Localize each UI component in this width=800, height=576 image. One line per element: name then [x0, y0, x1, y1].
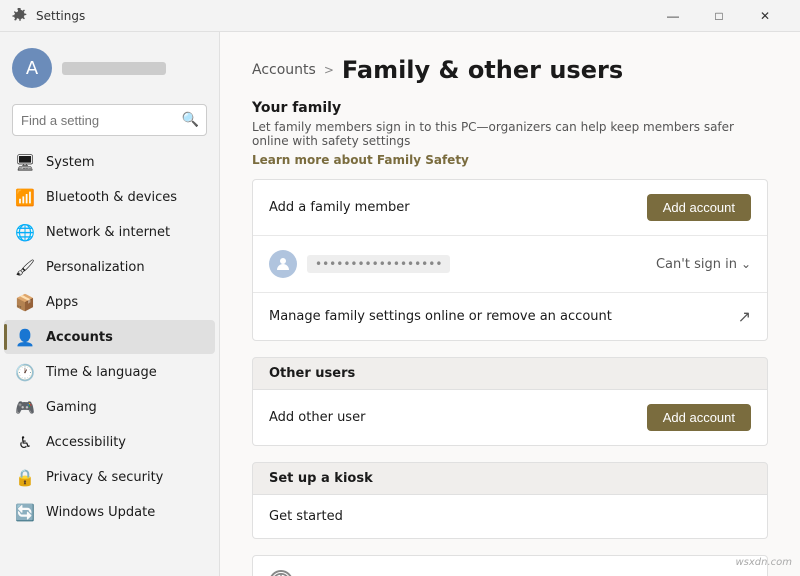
sidebar-label-bluetooth: Bluetooth & devices	[46, 190, 177, 205]
family-user-row: •••••••••••••••••• Can't sign in ⌄	[253, 235, 767, 292]
sidebar-nav: 🖥 System 📶 Bluetooth & devices 🌐 Network…	[0, 144, 219, 530]
network-icon: 🌐	[16, 223, 34, 241]
other-users-section: Other users Add other user Add account	[252, 357, 768, 446]
sidebar-label-gaming: Gaming	[46, 400, 97, 415]
chevron-down-icon: ⌄	[741, 257, 751, 271]
main-content: Accounts > Family & other users Your fam…	[220, 32, 800, 576]
get-started-row[interactable]: Get started	[253, 495, 767, 538]
add-other-user-row: Add other user Add account	[253, 390, 767, 445]
time-icon: 🕐	[16, 363, 34, 381]
sidebar-item-personalization[interactable]: 🖌 Personalization	[4, 250, 215, 284]
sidebar-label-personalization: Personalization	[46, 260, 145, 275]
kiosk-card: Get started	[252, 495, 768, 539]
family-user-email: ••••••••••••••••••	[307, 255, 450, 273]
breadcrumb: Accounts > Family & other users	[252, 56, 768, 84]
user-info: ••••••••••••••••	[62, 61, 207, 75]
search-box: 🔍	[12, 104, 207, 136]
sidebar-label-privacy: Privacy & security	[46, 470, 163, 485]
sidebar-label-network: Network & internet	[46, 225, 170, 240]
sidebar-item-system[interactable]: 🖥 System	[4, 145, 215, 179]
bluetooth-icon: 📶	[16, 188, 34, 206]
sidebar-item-privacy[interactable]: 🔒 Privacy & security	[4, 460, 215, 494]
settings-icon	[12, 8, 28, 24]
apps-icon: 📦	[16, 293, 34, 311]
other-users-card: Add other user Add account	[252, 390, 768, 446]
add-other-user-button[interactable]: Add account	[647, 404, 751, 431]
user-name: ••••••••••••••••	[62, 61, 207, 75]
get-started-label: Get started	[269, 509, 343, 524]
kiosk-section: Set up a kiosk Get started	[252, 462, 768, 539]
privacy-icon: 🔒	[16, 468, 34, 486]
accessibility-icon: ♿	[16, 433, 34, 451]
add-family-member-label: Add a family member	[269, 200, 410, 215]
avatar: A	[12, 48, 52, 88]
your-family-section: Your family Let family members sign in t…	[252, 100, 768, 341]
search-input[interactable]	[12, 104, 207, 136]
add-other-user-label: Add other user	[269, 410, 365, 425]
family-cards: Add a family member Add account ••••••••…	[252, 179, 768, 341]
user-profile[interactable]: A ••••••••••••••••	[0, 32, 219, 100]
maximize-button[interactable]: □	[696, 0, 742, 32]
manage-family-row[interactable]: Manage family settings online or remove …	[253, 292, 767, 340]
title-bar: Settings — □ ✕	[0, 0, 800, 32]
sidebar-item-update[interactable]: 🔄 Windows Update	[4, 495, 215, 529]
kiosk-header: Set up a kiosk	[252, 462, 768, 495]
family-user-avatar	[269, 250, 297, 278]
sidebar-item-time[interactable]: 🕐 Time & language	[4, 355, 215, 389]
add-family-member-button[interactable]: Add account	[647, 194, 751, 221]
cant-sign-in-label: Can't sign in	[656, 257, 737, 272]
cant-sign-in-control[interactable]: Can't sign in ⌄	[656, 257, 751, 272]
help-icon	[269, 570, 293, 576]
sidebar-item-accessibility[interactable]: ♿ Accessibility	[4, 425, 215, 459]
family-user-info: ••••••••••••••••••	[269, 250, 450, 278]
minimize-button[interactable]: —	[650, 0, 696, 32]
accounts-icon: 👤	[16, 328, 34, 346]
app-body: A •••••••••••••••• 🔍 🖥 System 📶 Bluetoot…	[0, 32, 800, 576]
personalization-icon: 🖌	[16, 258, 34, 276]
sidebar-item-bluetooth[interactable]: 📶 Bluetooth & devices	[4, 180, 215, 214]
manage-family-label: Manage family settings online or remove …	[269, 309, 612, 324]
sidebar-label-system: System	[46, 155, 94, 170]
help-from-web-row[interactable]: Help from the web	[252, 555, 768, 576]
sidebar-label-accessibility: Accessibility	[46, 435, 126, 450]
your-family-desc: Let family members sign in to this PC—or…	[252, 120, 768, 148]
add-family-member-row: Add a family member Add account	[253, 180, 767, 235]
sidebar-label-time: Time & language	[46, 365, 157, 380]
title-bar-title: Settings	[36, 9, 85, 23]
external-link-icon: ↗	[738, 307, 751, 326]
update-icon: 🔄	[16, 503, 34, 521]
breadcrumb-parent[interactable]: Accounts	[252, 62, 316, 78]
sidebar-item-apps[interactable]: 📦 Apps	[4, 285, 215, 319]
sidebar-item-network[interactable]: 🌐 Network & internet	[4, 215, 215, 249]
sidebar-item-gaming[interactable]: 🎮 Gaming	[4, 390, 215, 424]
close-button[interactable]: ✕	[742, 0, 788, 32]
title-bar-controls: — □ ✕	[650, 0, 788, 32]
title-bar-left: Settings	[12, 8, 85, 24]
gaming-icon: 🎮	[16, 398, 34, 416]
sidebar-label-update: Windows Update	[46, 505, 155, 520]
watermark: wsxdn.com	[735, 557, 792, 568]
family-safety-link[interactable]: Learn more about Family Safety	[252, 153, 469, 167]
sidebar-item-accounts[interactable]: 👤 Accounts	[4, 320, 215, 354]
breadcrumb-current: Family & other users	[342, 56, 623, 84]
other-users-header: Other users	[252, 357, 768, 390]
your-family-header: Your family	[252, 100, 768, 116]
search-icon: 🔍	[182, 112, 199, 128]
sidebar-label-apps: Apps	[46, 295, 78, 310]
sidebar: A •••••••••••••••• 🔍 🖥 System 📶 Bluetoot…	[0, 32, 220, 576]
sidebar-label-accounts: Accounts	[46, 330, 113, 345]
breadcrumb-separator: >	[324, 63, 334, 77]
system-icon: 🖥	[16, 153, 34, 171]
